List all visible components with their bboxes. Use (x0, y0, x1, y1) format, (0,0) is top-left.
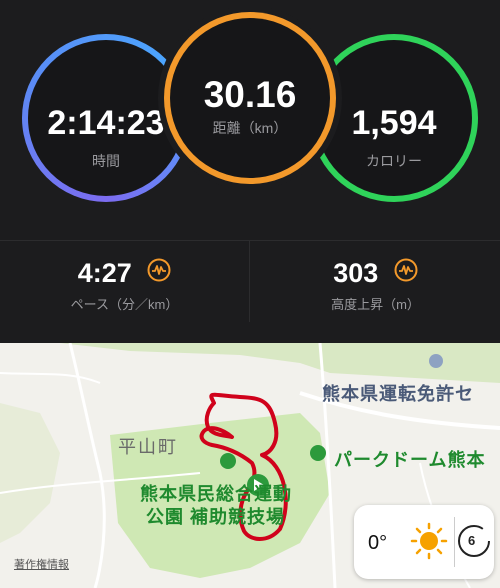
summary-panel: 2:14:23 時間 1,594 カロリー 30.16 距離（km） (0, 0, 500, 235)
distance-ring: 30.16 距離（km） (164, 12, 336, 184)
sun-icon (410, 522, 448, 565)
weather-widget[interactable]: 0° 6 (354, 505, 494, 579)
pace-label: ペース（分／km） (70, 297, 179, 312)
temperature-value: 0° (368, 532, 388, 554)
calories-label: カロリー (366, 153, 422, 169)
pace-value: 4:27 (77, 258, 132, 289)
time-label: 時間 (92, 153, 120, 169)
elevation-value-row: 303 (251, 257, 500, 289)
pace-metric[interactable]: 4:27 ペース（分／km） (0, 241, 249, 323)
elevation-label: 高度上昇（m） (331, 297, 420, 312)
park-dome-label: パークドーム熊本 (334, 450, 486, 470)
license-center-label: 熊本県運転免許セ (322, 384, 474, 404)
metrics-panel: 4:27 ペース（分／km） 303 高度上昇（m） (0, 240, 500, 322)
pace-value-row: 4:27 (0, 257, 249, 289)
distance-label: 距離（km） (212, 120, 288, 136)
park-name-line2: 公園 補助競技場 (146, 507, 286, 527)
elevation-value: 303 (333, 258, 379, 289)
distance-value: 30.16 (203, 74, 297, 115)
aqi-value: 6 (468, 533, 476, 548)
hirayama-label: 平山町 (118, 437, 178, 457)
legal-link[interactable]: 著作権情報 (14, 556, 69, 572)
metrics-divider (249, 240, 250, 322)
elevation-metric[interactable]: 303 高度上昇（m） (251, 241, 500, 323)
waveform-icon (147, 258, 171, 289)
waveform-icon (394, 258, 418, 289)
